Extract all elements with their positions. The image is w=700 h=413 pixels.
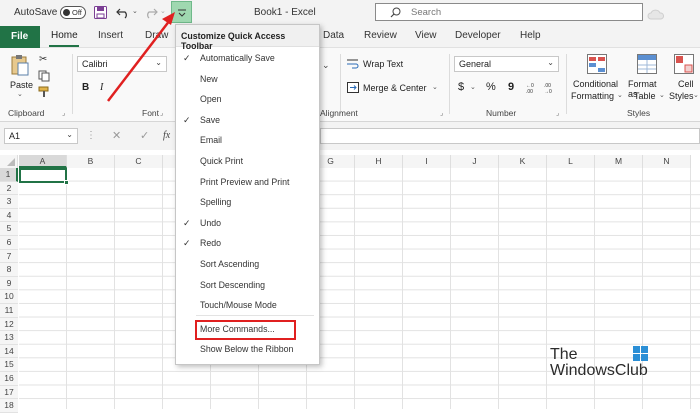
menu-item-label: Sort Ascending <box>200 259 260 269</box>
check-icon: ✓ <box>183 114 191 125</box>
watermark-line-2: WindowsClub <box>550 362 648 379</box>
menu-item-label: Sort Descending <box>200 279 266 290</box>
menu-item-label: Print Preview and Print <box>200 176 290 187</box>
menu-item[interactable]: Touch/Mouse Mode <box>176 296 319 314</box>
menu-item[interactable]: Print Preview and Print <box>176 173 319 191</box>
menu-item-label: Undo <box>200 217 222 228</box>
menu-item[interactable]: Show Below the Ribbon <box>176 340 319 358</box>
watermark-logo: The WindowsClub <box>550 346 690 386</box>
menu-item[interactable]: ✓ Automatically Save <box>176 49 319 67</box>
menu-item-label: Redo <box>200 238 222 249</box>
menu-item-label: Email <box>200 135 222 146</box>
more-commands-highlight <box>195 320 296 340</box>
menu-item-label: Touch/Mouse Mode <box>200 300 277 311</box>
menu-item[interactable]: ✓ Undo <box>176 214 319 232</box>
menu-item[interactable]: Quick Print <box>176 152 319 170</box>
menu-item[interactable]: Open <box>176 90 319 108</box>
menu-item[interactable]: ✓ Save <box>176 111 319 129</box>
menu-item-label: Open <box>200 94 222 105</box>
menu-item[interactable]: Spelling <box>176 193 319 211</box>
menu-header: Customize Quick Access Toolbar <box>176 25 319 51</box>
menu-item[interactable]: New <box>176 70 319 88</box>
check-icon: ✓ <box>183 217 191 228</box>
menu-title: Customize Quick Access Toolbar <box>181 31 286 51</box>
menu-item-label: Quick Print <box>200 156 244 166</box>
menu-item-label: New <box>200 73 218 84</box>
check-icon: ✓ <box>183 238 191 249</box>
menu-item[interactable]: Email <box>176 131 319 149</box>
check-icon: ✓ <box>183 53 191 63</box>
menu-item[interactable]: Sort Ascending <box>176 255 319 273</box>
menu-item-label: Spelling <box>200 197 232 208</box>
menu-item[interactable]: Sort Descending <box>176 276 319 294</box>
menu-item-label: Show Below the Ribbon <box>200 344 294 355</box>
menu-item-label: Automatically Save <box>200 53 275 63</box>
menu-item-label: Save <box>200 114 221 125</box>
customize-qat-menu: Customize Quick Access Toolbar ✓ Automati… <box>175 24 320 365</box>
menu-item[interactable]: ✓ Redo <box>176 234 319 252</box>
menu-divider <box>196 315 314 316</box>
windows-logo-icon <box>633 346 648 361</box>
